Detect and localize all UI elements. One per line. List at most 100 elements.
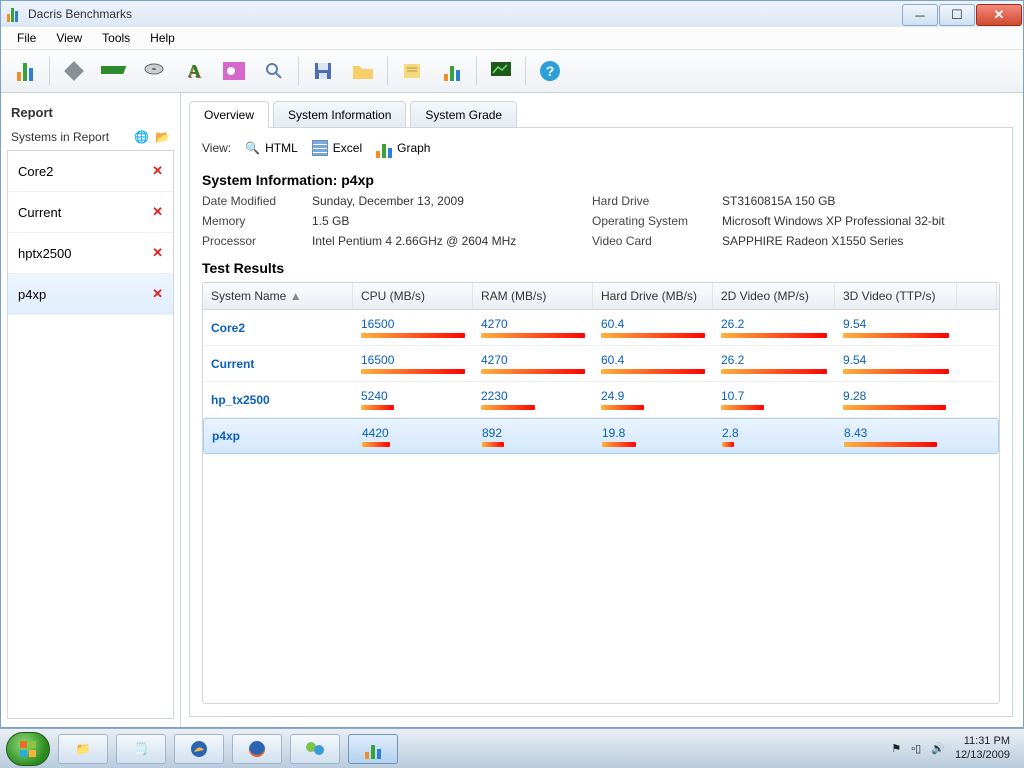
maximize-button[interactable]: ☐: [939, 4, 975, 26]
tab-grade[interactable]: System Grade: [410, 101, 517, 128]
2dvideo-icon[interactable]: [214, 53, 254, 89]
flag-icon[interactable]: ⚑: [891, 742, 901, 755]
tab-sysinfo[interactable]: System Information: [273, 101, 406, 128]
task-notes[interactable]: 🗒️: [116, 734, 166, 764]
clock[interactable]: 11:31 PM 12/13/2009: [955, 735, 1010, 761]
row-system-name: Core2: [203, 321, 353, 335]
monitor-icon[interactable]: [481, 53, 521, 89]
menubar: File View Tools Help: [1, 27, 1023, 49]
value-date: Sunday, December 13, 2009: [312, 194, 592, 208]
app-icon: [365, 739, 381, 759]
sidebar-section: Systems in Report: [11, 130, 109, 144]
results-row[interactable]: Current 16500 4270 60.4 26.2 9.54: [203, 346, 999, 382]
value-mem: 1.5 GB: [312, 214, 592, 228]
value-vid: SAPPHIRE Radeon X1550 Series: [722, 234, 982, 248]
cell-value: 4270: [481, 353, 585, 367]
cell-value: 8.43: [844, 426, 950, 440]
notes-icon[interactable]: [392, 53, 432, 89]
remove-icon[interactable]: ✕: [152, 163, 163, 179]
remove-icon[interactable]: ✕: [152, 286, 163, 302]
taskbar[interactable]: 📁 🗒️ ⚑ ▫▯ 🔊 11:31 PM 12/13/2009: [0, 728, 1024, 768]
label-proc: Processor: [202, 234, 312, 248]
value-proc: Intel Pentium 4 2.66GHz @ 2604 MHz: [312, 234, 592, 248]
close-button[interactable]: ✕: [976, 4, 1022, 26]
cpu-icon[interactable]: [54, 53, 94, 89]
task-messenger[interactable]: [290, 734, 340, 764]
sidebar: Report Systems in Report 🌐 📂 Core2✕ Curr…: [1, 93, 181, 727]
graph-icon: [376, 138, 392, 158]
cell-value: 19.8: [602, 426, 706, 440]
cell-value: 10.7: [721, 389, 827, 403]
font-icon[interactable]: A: [174, 53, 214, 89]
app-title: Dacris Benchmarks: [28, 7, 132, 21]
help-icon[interactable]: ?: [530, 53, 570, 89]
label-hd: Hard Drive: [592, 194, 722, 208]
system-name: Core2: [18, 164, 53, 179]
ram-icon[interactable]: [94, 53, 134, 89]
cell-value: 4420: [362, 426, 466, 440]
system-row[interactable]: p4xp✕: [8, 274, 173, 315]
cell-value: 5240: [361, 389, 465, 403]
label-vid: Video Card: [592, 234, 722, 248]
task-firefox[interactable]: [232, 734, 282, 764]
cell-value: 16500: [361, 317, 465, 331]
cell-value: 16500: [361, 353, 465, 367]
cell-value: 24.9: [601, 389, 705, 403]
cell-value: 26.2: [721, 353, 827, 367]
results-header[interactable]: System Name ▲ CPU (MB/s) RAM (MB/s) Hard…: [203, 283, 999, 310]
start-button[interactable]: [6, 732, 50, 766]
cell-value: 2230: [481, 389, 585, 403]
cell-value: 4270: [481, 317, 585, 331]
search-icon[interactable]: [254, 53, 294, 89]
save-icon[interactable]: [303, 53, 343, 89]
minimize-button[interactable]: ─: [902, 4, 938, 26]
view-excel-button[interactable]: Excel: [312, 140, 362, 156]
row-system-name: p4xp: [204, 429, 354, 443]
excel-icon: [312, 140, 328, 156]
titlebar[interactable]: Dacris Benchmarks ─ ☐ ✕: [1, 1, 1023, 27]
view-graph-button[interactable]: Graph: [376, 138, 430, 158]
results-heading: Test Results: [202, 254, 1000, 282]
results-row[interactable]: hp_tx25005240223024.910.79.28: [203, 382, 999, 418]
menu-view[interactable]: View: [46, 29, 92, 47]
row-system-name: Current: [203, 357, 353, 371]
open-folder-icon[interactable]: 📂: [155, 130, 170, 144]
system-tray[interactable]: ⚑ ▫▯ 🔊 11:31 PM 12/13/2009: [891, 735, 1018, 761]
cell-value: 892: [482, 426, 586, 440]
remove-icon[interactable]: ✕: [152, 245, 163, 261]
cell-value: 26.2: [721, 317, 827, 331]
cell-value: 60.4: [601, 353, 705, 367]
task-explorer[interactable]: 📁: [58, 734, 108, 764]
systems-list: Core2 ✕ Current✕ hptx2500✕ p4xp✕: [7, 150, 174, 719]
hdd-icon[interactable]: [134, 53, 174, 89]
view-html-button[interactable]: 🔍HTML: [245, 141, 298, 155]
task-dacris[interactable]: [348, 734, 398, 764]
app-icon: [7, 6, 23, 22]
system-row[interactable]: Current✕: [8, 192, 173, 233]
sysinfo-grid: Date ModifiedSunday, December 13, 2009 H…: [202, 194, 1000, 254]
folder-icon[interactable]: [343, 53, 383, 89]
menu-help[interactable]: Help: [140, 29, 185, 47]
value-hd: ST3160815A 150 GB: [722, 194, 982, 208]
sort-asc-icon: ▲: [290, 289, 302, 303]
cell-value: 9.54: [843, 353, 949, 367]
main-panel: Overview System Information System Grade…: [181, 93, 1023, 727]
remove-icon[interactable]: ✕: [152, 204, 163, 220]
network-icon[interactable]: ▫▯: [911, 742, 921, 755]
system-row[interactable]: Core2 ✕: [8, 151, 173, 192]
menu-tools[interactable]: Tools: [92, 29, 140, 47]
tab-overview[interactable]: Overview: [189, 101, 269, 128]
system-row[interactable]: hptx2500✕: [8, 233, 173, 274]
results-row[interactable]: p4xp 4420 892 19.8 2.8 8.43: [203, 418, 999, 454]
results-row[interactable]: Core216500427060.426.29.54: [203, 310, 999, 346]
menu-file[interactable]: File: [7, 29, 46, 47]
view-label: View:: [202, 141, 231, 155]
task-thunderbird[interactable]: [174, 734, 224, 764]
cell-value: 2.8: [722, 426, 828, 440]
volume-icon[interactable]: 🔊: [931, 742, 945, 755]
benchmarks-icon[interactable]: [5, 53, 45, 89]
value-os: Microsoft Windows XP Professional 32-bit: [722, 214, 982, 228]
globe-icon[interactable]: 🌐: [134, 130, 149, 144]
chart-icon[interactable]: [432, 53, 472, 89]
label-date: Date Modified: [202, 194, 312, 208]
